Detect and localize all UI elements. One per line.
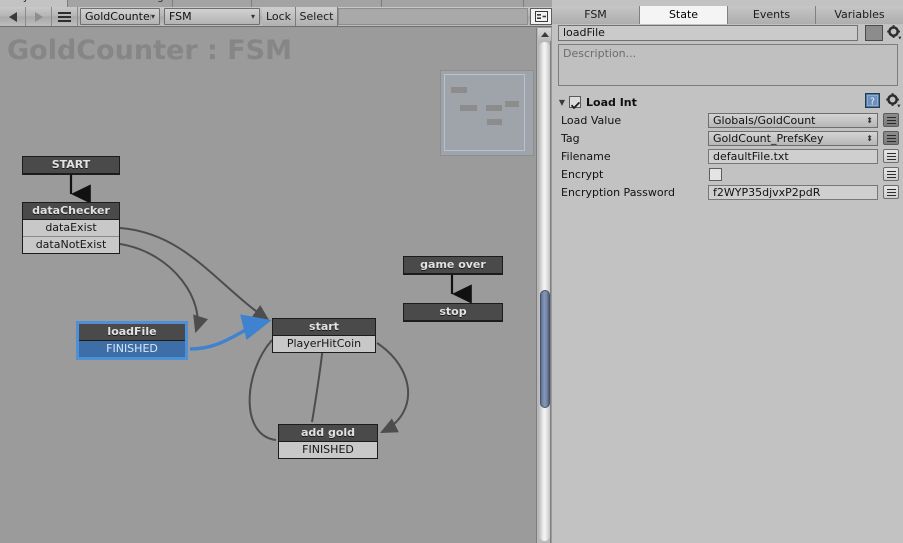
action-field-row: Tag GoldCount_PrefsKey ⬍ bbox=[552, 131, 903, 148]
inspector-tab-variables[interactable]: Variables bbox=[816, 6, 903, 24]
action-help-button[interactable]: ? bbox=[865, 93, 881, 109]
field-variable-menu-button[interactable] bbox=[883, 149, 899, 163]
lock-button[interactable]: Lock bbox=[262, 7, 296, 26]
inspector-tab-fsm[interactable]: FSM bbox=[552, 6, 640, 24]
action-field-row: Encryption Password f2WYP35djvxP2pdR bbox=[552, 185, 903, 202]
action-field-row: Encrypt bbox=[552, 167, 903, 184]
field-label: Encryption Password bbox=[561, 186, 675, 199]
fsm-transition-event[interactable]: FINISHED bbox=[79, 341, 185, 357]
fsm-transition-event[interactable]: FINISHED bbox=[279, 442, 377, 458]
fsm-state-node-dataChecker[interactable]: dataChecker dataExist dataNotExist bbox=[22, 202, 120, 254]
object-popup[interactable]: GoldCounter ▾ bbox=[80, 8, 160, 25]
foldout-open-icon[interactable]: ▼ bbox=[555, 98, 569, 107]
checkmark-icon bbox=[570, 99, 580, 109]
fsm-state-node-title: stop bbox=[404, 304, 502, 321]
field-label: Load Value bbox=[561, 114, 622, 127]
window-tab-profiler[interactable]: Profiler bbox=[330, 0, 383, 7]
action-field-row: Load Value Globals/GoldCount ⬍ bbox=[552, 113, 903, 130]
select-button[interactable]: Select bbox=[296, 7, 338, 26]
state-color-swatch[interactable] bbox=[865, 25, 883, 41]
fsm-transition-event[interactable]: dataExist bbox=[23, 220, 119, 237]
inspector-preview-button[interactable] bbox=[530, 8, 552, 25]
field-popup[interactable]: GoldCount_PrefsKey ⬍ bbox=[708, 131, 878, 146]
scrollbar-thumb[interactable] bbox=[540, 290, 550, 408]
field-variable-menu-button[interactable] bbox=[883, 167, 899, 181]
fsm-state-node-title: dataChecker bbox=[23, 203, 119, 220]
help-book-icon: ? bbox=[865, 93, 880, 108]
fsm-state-node-title: loadFile bbox=[79, 324, 185, 341]
lock-button-label: Lock bbox=[265, 10, 292, 23]
select-button-label: Select bbox=[299, 10, 334, 23]
inspector-tab-events[interactable]: Events bbox=[728, 6, 816, 24]
window-tab-console[interactable]: Console bbox=[195, 0, 252, 7]
forward-button[interactable] bbox=[26, 7, 52, 26]
fsm-popup[interactable]: FSM ▾ bbox=[164, 8, 260, 25]
action-header[interactable]: ▼ Load Int bbox=[555, 94, 900, 110]
state-description-input[interactable]: Description... bbox=[558, 44, 898, 86]
toolbar-spacer bbox=[338, 8, 528, 25]
transition-links bbox=[69, 174, 472, 441]
gear-icon bbox=[887, 25, 902, 40]
action-enabled-checkbox[interactable] bbox=[569, 96, 581, 109]
fsm-state-node-title: game over bbox=[404, 257, 502, 274]
graph-vertical-scrollbar[interactable] bbox=[536, 28, 551, 543]
fsm-state-node-addGold[interactable]: add gold FINISHED bbox=[278, 424, 378, 459]
scroll-up-button[interactable] bbox=[538, 28, 551, 41]
field-popup-value: GoldCount_PrefsKey bbox=[713, 132, 824, 145]
chevron-down-icon: ▾ bbox=[150, 12, 155, 21]
window-tab-asset-store[interactable]: Asset Store bbox=[450, 0, 524, 7]
chevron-down-icon: ▾ bbox=[250, 12, 255, 21]
field-label: Filename bbox=[561, 150, 611, 163]
state-inspector-panel: FSM State Events Variables loadFile Descrip… bbox=[552, 0, 903, 543]
svg-text:?: ? bbox=[870, 96, 875, 107]
fsm-state-node-loadFile[interactable]: loadFile FINISHED bbox=[76, 321, 188, 360]
field-text-input[interactable]: f2WYP35djvxP2pdR bbox=[708, 185, 878, 200]
inspector-preview-icon bbox=[534, 11, 548, 22]
fsm-state-node-title: START bbox=[23, 157, 119, 174]
state-settings-button[interactable] bbox=[887, 25, 903, 41]
updown-arrows-icon: ⬍ bbox=[866, 116, 873, 125]
fsm-graph-canvas[interactable]: GoldCounter : FSM START dataChecker data… bbox=[0, 28, 536, 543]
fsm-state-node-start[interactable]: START bbox=[22, 156, 120, 175]
playmaker-fsm-editor-window: PlayMaker Editor Log Console Profiler Asset … bbox=[0, 0, 903, 543]
field-label: Encrypt bbox=[561, 168, 604, 181]
fsm-state-node-title: add gold bbox=[279, 425, 377, 442]
back-arrow-icon bbox=[8, 11, 17, 22]
updown-arrows-icon: ⬍ bbox=[866, 134, 873, 143]
field-label: Tag bbox=[561, 132, 580, 145]
field-popup-value: Globals/GoldCount bbox=[713, 114, 816, 127]
field-variable-menu-button[interactable] bbox=[883, 113, 899, 127]
hamburger-menu-icon bbox=[58, 10, 71, 24]
action-settings-button[interactable] bbox=[886, 93, 902, 109]
field-text-input[interactable]: defaultFile.txt bbox=[708, 149, 878, 164]
fsm-state-node-stop[interactable]: stop bbox=[403, 303, 503, 322]
fsm-state-node-gameOver[interactable]: game over bbox=[403, 256, 503, 275]
gear-icon bbox=[886, 93, 901, 108]
field-variable-menu-button[interactable] bbox=[883, 185, 899, 199]
menu-button[interactable] bbox=[52, 7, 78, 26]
fsm-state-node-title: start bbox=[273, 319, 375, 336]
fsm-transition-event[interactable]: PlayerHitCoin bbox=[273, 336, 375, 352]
action-title: Load Int bbox=[586, 95, 637, 109]
window-tab-playmaker[interactable]: PlayMaker bbox=[0, 0, 69, 7]
back-button[interactable] bbox=[0, 7, 26, 26]
triangle-up-icon bbox=[540, 32, 549, 37]
window-tab-editor-log[interactable]: Editor Log bbox=[105, 0, 173, 7]
forward-arrow-icon bbox=[34, 11, 43, 22]
fsm-state-node-startState[interactable]: start PlayerHitCoin bbox=[272, 318, 376, 353]
field-popup[interactable]: Globals/GoldCount ⬍ bbox=[708, 113, 878, 128]
fsm-popup-label: FSM bbox=[169, 10, 192, 23]
fsm-transition-event[interactable]: dataNotExist bbox=[23, 237, 119, 253]
field-variable-menu-button[interactable] bbox=[883, 131, 899, 145]
state-name-input[interactable]: loadFile bbox=[558, 25, 858, 41]
state-name-row: loadFile bbox=[552, 25, 903, 42]
action-field-row: Filename defaultFile.txt bbox=[552, 149, 903, 166]
object-popup-label: GoldCounter bbox=[85, 10, 151, 23]
inspector-tab-state[interactable]: State bbox=[640, 6, 728, 24]
field-checkbox[interactable] bbox=[709, 168, 722, 181]
inspector-tabs: FSM State Events Variables bbox=[552, 6, 903, 24]
